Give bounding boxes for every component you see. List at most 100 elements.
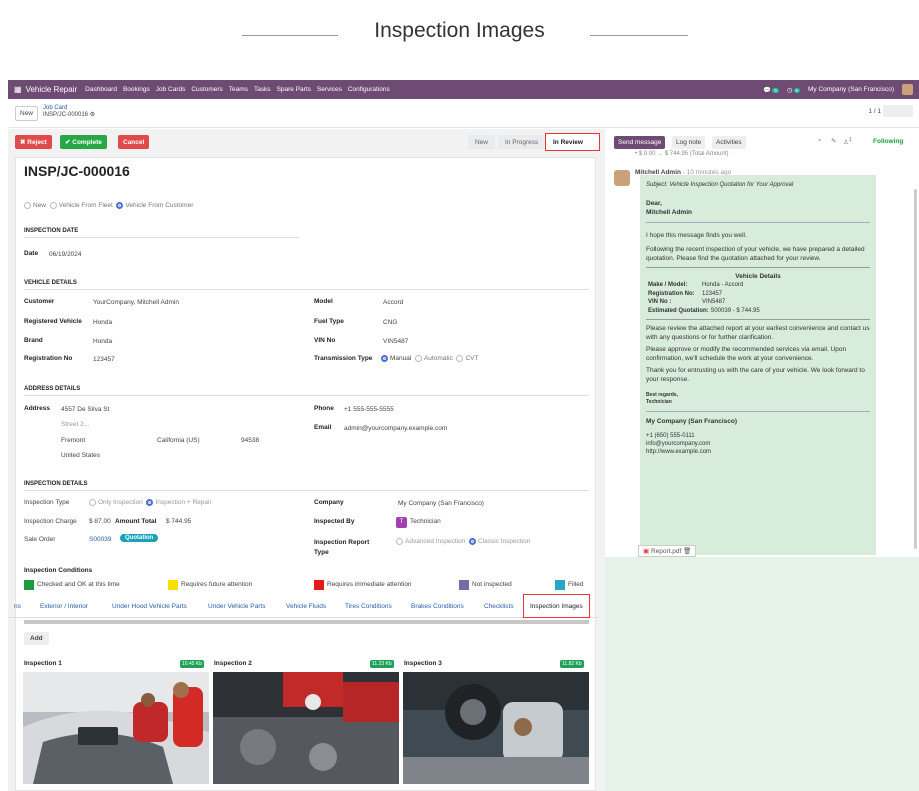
menu-bookings[interactable]: Bookings xyxy=(123,86,150,93)
followers-icon[interactable]: ♙1 xyxy=(843,137,852,146)
radio-cvt[interactable] xyxy=(456,355,464,362)
report-type-radio[interactable]: Advanced Inspection Classic Inspection xyxy=(396,538,530,545)
vehicle-details-section: VEHICLE DETAILS xyxy=(24,280,77,286)
tab-exterior-interior[interactable]: Exterior / Interior xyxy=(40,594,88,618)
add-image-button[interactable]: Add xyxy=(24,632,49,645)
apps-grid-icon[interactable]: ▦ xyxy=(14,85,22,94)
signature-website: http://www.example.com xyxy=(646,449,712,455)
tab-tires-conditions[interactable]: Tires Conditions xyxy=(345,594,392,618)
street-field[interactable]: 4557 De Silva St xyxy=(61,406,109,413)
menu-customers[interactable]: Customers xyxy=(191,86,222,93)
inspection-type-radio[interactable]: Only Inspection Inspection + Repair xyxy=(89,499,212,506)
tab-under-hood[interactable]: Under Hood Vehicle Parts xyxy=(112,594,187,618)
gear-icon[interactable]: ⚙ xyxy=(90,112,95,118)
model-field[interactable]: Accord xyxy=(383,299,403,306)
pager-arrows[interactable] xyxy=(883,105,913,117)
radio-only-inspection[interactable] xyxy=(89,499,96,506)
tab-under-vehicle[interactable]: Under Vehicle Parts xyxy=(208,594,265,618)
menu-job-cards[interactable]: Job Cards xyxy=(156,86,186,93)
radio-manual[interactable] xyxy=(381,355,388,362)
author-avatar[interactable] xyxy=(614,170,630,186)
signature-email: info@yourcompany.com xyxy=(646,441,711,447)
inspected-by-label: Inspected By xyxy=(314,518,355,525)
street2-field[interactable]: Street 2... xyxy=(61,421,89,428)
company-field[interactable]: My Company (San Francisco) xyxy=(398,500,484,507)
menu-dashboard[interactable]: Dashboard xyxy=(85,86,117,93)
tab-vehicle-fluids[interactable]: Vehicle Fluids xyxy=(286,594,326,618)
app-brand[interactable]: ▦ Vehicle Repair xyxy=(14,85,77,94)
chatter-panel: Send message Log note Activities ⌕ ✎ ♙1 … xyxy=(605,129,919,791)
activities-button[interactable]: Activities xyxy=(712,136,746,149)
send-message-button[interactable]: Send message xyxy=(614,136,666,149)
email-field[interactable]: admin@yourcompany.example.com xyxy=(344,425,447,432)
inspection-image-3[interactable] xyxy=(403,672,589,784)
brand-field[interactable]: Honda xyxy=(93,338,112,345)
divider xyxy=(24,395,589,396)
menu-configurations[interactable]: Configurations xyxy=(348,86,390,93)
attachment-report[interactable]: ▣ Report.pdf 🗑 xyxy=(638,545,697,557)
stage-in-review[interactable]: In Review xyxy=(545,133,600,151)
radio-advanced[interactable] xyxy=(396,538,403,545)
image-size-badge: 10.45 Kb xyxy=(180,660,205,668)
radio-customer[interactable] xyxy=(116,202,124,209)
inspection-image-1[interactable] xyxy=(23,672,209,784)
quotation-badge: Quotation xyxy=(120,534,159,542)
registered-vehicle-field[interactable]: Honda xyxy=(93,319,112,326)
sale-order-link[interactable]: S00039 xyxy=(89,536,111,543)
menu-spare-parts[interactable]: Spare Parts xyxy=(277,86,311,93)
trash-icon[interactable]: 🗑 xyxy=(683,548,691,555)
complete-button[interactable]: ✔ Complete xyxy=(60,135,107,149)
report-type-label: Inspection Report Type xyxy=(314,539,370,556)
message-regards: Best regards, xyxy=(646,392,678,398)
radio-new[interactable] xyxy=(24,202,31,209)
vehicle-details-title: Vehicle Details xyxy=(735,273,781,280)
company-switcher[interactable]: My Company (San Francisco) xyxy=(808,86,894,93)
transmission-radio[interactable]: Manual Automatic CVT xyxy=(381,355,478,362)
radio-automatic[interactable] xyxy=(414,355,422,362)
user-avatar[interactable] xyxy=(902,84,913,95)
divider xyxy=(646,267,870,268)
reject-button[interactable]: ✖ Reject xyxy=(15,135,52,149)
stage-new[interactable]: New xyxy=(468,135,496,149)
state-field[interactable]: California (US) xyxy=(157,437,200,444)
phone-field[interactable]: +1 555-555-5555 xyxy=(344,406,394,413)
radio-fleet[interactable] xyxy=(49,202,57,209)
radio-classic[interactable] xyxy=(468,538,476,545)
country-field[interactable]: United States xyxy=(61,452,100,459)
log-note-button[interactable]: Log note xyxy=(672,136,706,149)
menu-services[interactable]: Services xyxy=(317,86,342,93)
inspected-by-field[interactable]: T Technician xyxy=(396,517,441,528)
paperclip-icon[interactable]: ✎ xyxy=(831,137,836,145)
inspection-image-2[interactable] xyxy=(213,672,399,784)
divider xyxy=(24,490,589,491)
vin-field[interactable]: VIN5487 xyxy=(383,338,408,345)
legend-swatch-immediate xyxy=(314,580,324,590)
menu-teams[interactable]: Teams xyxy=(229,86,248,93)
vehicle-source-radio[interactable]: New Vehicle From Fleet Vehicle From Cust… xyxy=(24,202,193,209)
tab-inspection-images[interactable]: Inspection Images xyxy=(523,594,590,618)
tab-checklists[interactable]: Checklists xyxy=(484,594,514,618)
pager-value[interactable]: 1 / 1 xyxy=(868,108,881,115)
stage-in-progress[interactable]: In Progress xyxy=(498,135,546,149)
date-field[interactable]: 06/19/2024 xyxy=(49,251,82,258)
chat-icon[interactable]: 💬 5 xyxy=(763,86,779,94)
breadcrumb-parent[interactable]: Job Card xyxy=(43,105,95,112)
chatter-scrollbar[interactable] xyxy=(914,189,917,549)
radio-inspection-repair[interactable] xyxy=(146,499,154,506)
image-size-badge: 11.23 Kb xyxy=(370,660,394,668)
following-button[interactable]: Following xyxy=(873,138,903,145)
cancel-button[interactable]: Cancel xyxy=(118,135,150,149)
fuel-type-field[interactable]: CNG xyxy=(383,319,397,326)
city-field[interactable]: Fremont xyxy=(61,437,85,444)
new-button[interactable]: New xyxy=(15,106,39,121)
tab-brakes-conditions[interactable]: Brakes Conditions xyxy=(411,594,464,618)
registration-field[interactable]: 123457 xyxy=(93,356,115,363)
search-icon[interactable]: ⌕ xyxy=(818,137,822,145)
tab-partial[interactable]: ns xyxy=(14,594,21,618)
inspection-charge-field[interactable]: $ 87.00 xyxy=(89,518,111,525)
zip-field[interactable]: 94538 xyxy=(241,437,259,444)
horizontal-scrollbar[interactable] xyxy=(24,620,589,624)
activity-clock-icon[interactable]: ◷ 6 xyxy=(787,86,801,94)
customer-field[interactable]: YourCompany, Mitchell Admin xyxy=(93,299,179,306)
menu-tasks[interactable]: Tasks xyxy=(254,86,271,93)
